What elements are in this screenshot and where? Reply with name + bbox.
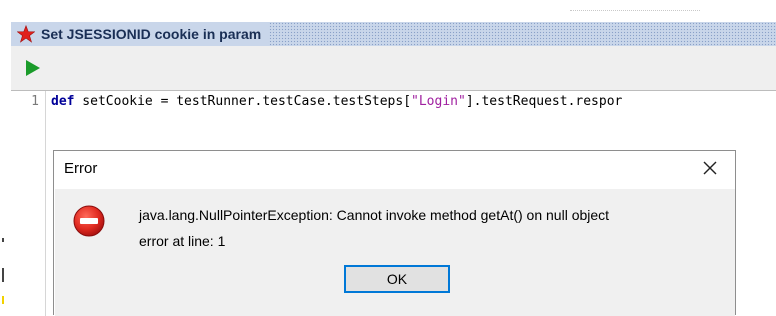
close-button[interactable]	[699, 157, 721, 179]
code-line[interactable]: def setCookie = testRunner.testCase.test…	[51, 94, 622, 109]
panel-title: Set JSESSIONID cookie in param	[41, 26, 262, 42]
string-literal: "Login"	[411, 94, 466, 109]
error-message: java.lang.NullPointerException: Cannot i…	[139, 207, 610, 223]
line-number: 1	[31, 94, 39, 109]
line-gutter: 1	[11, 91, 46, 316]
background-strip	[0, 0, 776, 22]
panel-titlebar: Set JSESSIONID cookie in param	[11, 22, 776, 46]
error-icon	[73, 205, 105, 237]
background-decoration	[570, 0, 700, 11]
dialog-body: java.lang.NullPointerException: Cannot i…	[55, 189, 735, 316]
ok-button[interactable]: OK	[344, 265, 450, 293]
dialog-title: Error	[64, 160, 98, 177]
keyword-def: def	[51, 94, 75, 109]
run-button[interactable]	[25, 59, 41, 77]
error-dialog: Error java.lang.NullPointerException: Ca…	[53, 150, 736, 316]
background-left-edge	[0, 230, 6, 315]
play-icon	[26, 60, 40, 76]
code-segment: setCookie = testRunner.testCase.testStep…	[74, 94, 412, 109]
star-icon	[16, 24, 36, 43]
code-segment-tail: ].testRequest.respor	[465, 94, 623, 109]
toolbar	[11, 56, 776, 82]
close-icon	[703, 161, 717, 175]
error-detail: error at line: 1	[139, 233, 226, 249]
title-area: Set JSESSIONID cookie in param	[11, 22, 270, 46]
